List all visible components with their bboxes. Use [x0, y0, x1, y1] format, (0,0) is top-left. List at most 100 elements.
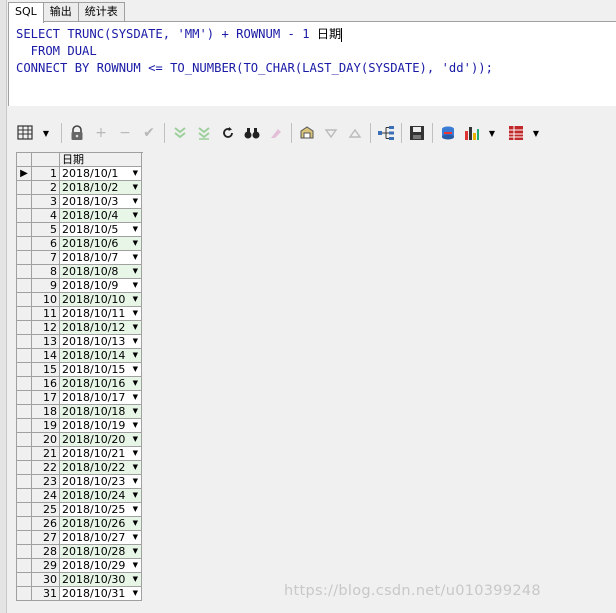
date-cell[interactable]: 2018/10/20 ▼: [60, 433, 142, 447]
date-cell[interactable]: 2018/10/21 ▼: [60, 447, 142, 461]
table-row[interactable]: 15 2018/10/15 ▼: [17, 363, 143, 377]
chevron-down-icon[interactable]: ▼: [133, 251, 138, 264]
table-row[interactable]: 29 2018/10/29 ▼: [17, 559, 143, 573]
table-row[interactable]: 17 2018/10/17 ▼: [17, 391, 143, 405]
chevron-down-icon[interactable]: ▼: [133, 419, 138, 432]
date-cell[interactable]: 2018/10/26 ▼: [60, 517, 142, 531]
chevron-down-icon[interactable]: ▼: [133, 363, 138, 376]
table-row[interactable]: 7 2018/10/7 ▼: [17, 251, 143, 265]
table-row[interactable]: 21 2018/10/21 ▼: [17, 447, 143, 461]
chevron-down-icon[interactable]: ▼: [133, 181, 138, 194]
date-cell[interactable]: 2018/10/23 ▼: [60, 475, 142, 489]
date-cell[interactable]: 2018/10/4 ▼: [60, 209, 142, 223]
row-indicator-cell[interactable]: [17, 209, 32, 223]
chevron-down-icon[interactable]: ▼: [133, 279, 138, 292]
table-row[interactable]: ▶ 1 2018/10/1 ▼: [17, 167, 143, 181]
date-cell[interactable]: 2018/10/13 ▼: [60, 335, 142, 349]
date-cell[interactable]: 2018/10/16 ▼: [60, 377, 142, 391]
row-indicator-cell[interactable]: [17, 349, 32, 363]
chevron-down-icon[interactable]: ▼: [133, 349, 138, 362]
table-row[interactable]: 2 2018/10/2 ▼: [17, 181, 143, 195]
row-indicator-cell[interactable]: [17, 293, 32, 307]
fetch-last-icon[interactable]: [192, 121, 216, 145]
column-header-date[interactable]: 日期: [60, 153, 142, 167]
date-cell[interactable]: 2018/10/2 ▼: [60, 181, 142, 195]
table-row[interactable]: 6 2018/10/6 ▼: [17, 237, 143, 251]
chevron-down-icon[interactable]: ▼: [480, 121, 504, 145]
chevron-down-icon[interactable]: ▼: [133, 545, 138, 558]
table-row[interactable]: 9 2018/10/9 ▼: [17, 279, 143, 293]
date-cell[interactable]: 2018/10/10 ▼: [60, 293, 142, 307]
find-icon[interactable]: [240, 121, 264, 145]
sort-desc-icon[interactable]: [319, 121, 343, 145]
row-indicator-cell[interactable]: [17, 517, 32, 531]
chevron-down-icon[interactable]: ▼: [133, 167, 138, 180]
date-cell[interactable]: 2018/10/17 ▼: [60, 391, 142, 405]
chevron-down-icon[interactable]: ▼: [133, 307, 138, 320]
chevron-down-icon[interactable]: ▼: [133, 559, 138, 572]
chevron-down-icon[interactable]: ▼: [133, 461, 138, 474]
date-cell[interactable]: 2018/10/27 ▼: [60, 531, 142, 545]
row-indicator-cell[interactable]: [17, 279, 32, 293]
date-cell[interactable]: 2018/10/12 ▼: [60, 321, 142, 335]
date-cell[interactable]: 2018/10/24 ▼: [60, 489, 142, 503]
date-cell[interactable]: 2018/10/22 ▼: [60, 461, 142, 475]
table-row[interactable]: 5 2018/10/5 ▼: [17, 223, 143, 237]
chevron-down-icon[interactable]: ▼: [133, 377, 138, 390]
refresh-icon[interactable]: [216, 121, 240, 145]
row-indicator-cell[interactable]: [17, 251, 32, 265]
row-indicator-cell[interactable]: [17, 461, 32, 475]
sql-editor[interactable]: SELECT TRUNC(SYSDATE, 'MM') + ROWNUM - 1…: [8, 21, 616, 107]
row-indicator-cell[interactable]: [17, 335, 32, 349]
chevron-down-icon[interactable]: ▼: [133, 447, 138, 460]
save-icon[interactable]: [405, 121, 429, 145]
tree-icon[interactable]: [374, 121, 398, 145]
table-row[interactable]: 3 2018/10/3 ▼: [17, 195, 143, 209]
chevron-down-icon[interactable]: ▼: [133, 335, 138, 348]
date-cell[interactable]: 2018/10/29 ▼: [60, 559, 142, 573]
table-row[interactable]: 22 2018/10/22 ▼: [17, 461, 143, 475]
row-indicator-cell[interactable]: [17, 363, 32, 377]
table-row[interactable]: 20 2018/10/20 ▼: [17, 433, 143, 447]
date-cell[interactable]: 2018/10/15 ▼: [60, 363, 142, 377]
sort-asc-icon[interactable]: [343, 121, 367, 145]
chevron-down-icon[interactable]: ▼: [34, 121, 58, 145]
chevron-down-icon[interactable]: ▼: [133, 517, 138, 530]
table-row[interactable]: 8 2018/10/8 ▼: [17, 265, 143, 279]
date-cell[interactable]: 2018/10/14 ▼: [60, 349, 142, 363]
table-row[interactable]: 26 2018/10/26 ▼: [17, 517, 143, 531]
chevron-down-icon[interactable]: ▼: [133, 531, 138, 544]
date-cell[interactable]: 2018/10/1 ▼: [60, 167, 142, 181]
table-row[interactable]: 24 2018/10/24 ▼: [17, 489, 143, 503]
delete-row-icon[interactable]: −: [113, 121, 137, 145]
row-indicator-cell[interactable]: [17, 391, 32, 405]
date-cell[interactable]: 2018/10/8 ▼: [60, 265, 142, 279]
chevron-down-icon[interactable]: ▼: [133, 587, 138, 600]
row-indicator-cell[interactable]: [17, 405, 32, 419]
table-row[interactable]: 19 2018/10/19 ▼: [17, 419, 143, 433]
table-row[interactable]: 11 2018/10/11 ▼: [17, 307, 143, 321]
row-indicator-cell[interactable]: [17, 433, 32, 447]
table-row[interactable]: 14 2018/10/14 ▼: [17, 349, 143, 363]
chevron-down-icon[interactable]: ▼: [133, 391, 138, 404]
query-by-example-icon[interactable]: [295, 121, 319, 145]
date-cell[interactable]: 2018/10/28 ▼: [60, 545, 142, 559]
chevron-down-icon[interactable]: ▼: [133, 195, 138, 208]
chevron-down-icon[interactable]: ▼: [133, 489, 138, 502]
date-cell[interactable]: 2018/10/30 ▼: [60, 573, 142, 587]
chevron-down-icon[interactable]: ▼: [133, 433, 138, 446]
row-indicator-cell[interactable]: [17, 377, 32, 391]
row-indicator-cell[interactable]: [17, 503, 32, 517]
row-indicator-cell[interactable]: [17, 531, 32, 545]
table-row[interactable]: 25 2018/10/25 ▼: [17, 503, 143, 517]
date-cell[interactable]: 2018/10/3 ▼: [60, 195, 142, 209]
chevron-down-icon[interactable]: ▼: [133, 223, 138, 236]
row-indicator-cell[interactable]: [17, 181, 32, 195]
table-row[interactable]: 4 2018/10/4 ▼: [17, 209, 143, 223]
table-row[interactable]: 31 2018/10/31 ▼: [17, 587, 143, 601]
lock-icon[interactable]: [65, 121, 89, 145]
chevron-down-icon[interactable]: ▼: [133, 475, 138, 488]
tab-output[interactable]: 输出: [42, 2, 79, 21]
current-row-pointer-icon[interactable]: ▶: [17, 167, 32, 181]
row-indicator-cell[interactable]: [17, 419, 32, 433]
